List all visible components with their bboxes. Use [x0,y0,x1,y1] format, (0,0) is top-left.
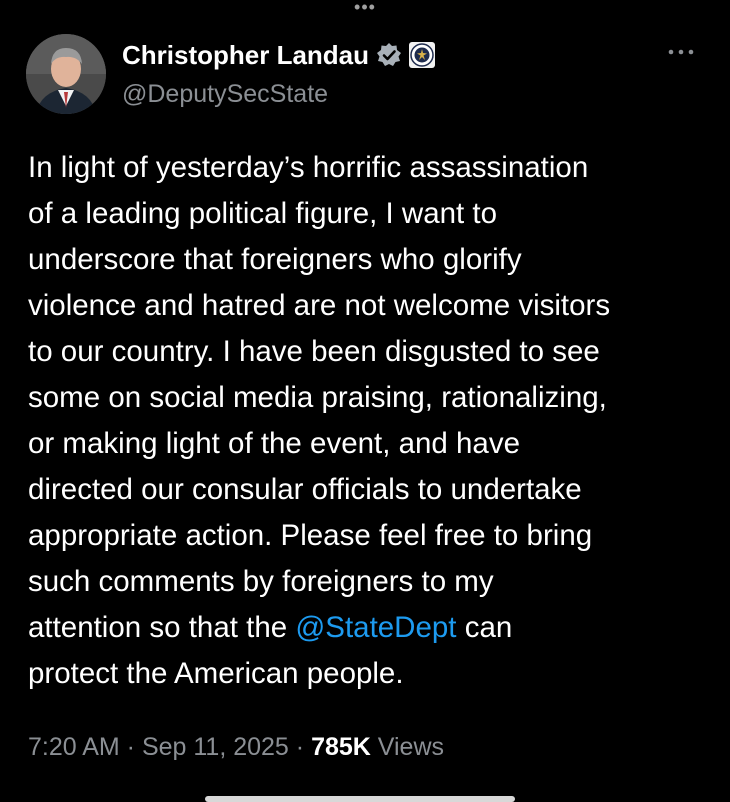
tweet-line: to our country. I have been disgusted to… [28,335,600,368]
avatar[interactable] [26,34,106,114]
home-indicator [205,796,515,802]
more-options-button[interactable] [666,42,696,62]
tweet-time[interactable]: 7:20 AM [28,733,120,761]
views-count[interactable]: 785K [311,733,371,761]
top-overflow-dots: ••• [354,0,376,17]
tweet-line: underscore that foreigners who glorify [28,243,522,276]
tweet-text-segment: can [456,611,513,644]
views-label: Views [377,733,445,761]
top-overflow-menu[interactable]: ••• [0,0,730,22]
author-name-row: Christopher Landau [122,38,436,72]
verified-badge-icon[interactable] [376,42,402,68]
avatar-image [26,34,106,114]
tweet-line: of a leading political figure, I want to [28,197,498,230]
tweet-line: violence and hatred are not welcome visi… [28,289,611,322]
tweet-line: some on social media praising, rationali… [28,381,607,414]
tweet-meta: 7:20 AM · Sep 11, 2025 · 785K Views [28,733,444,762]
tweet-text-segment: attention so that the [28,611,296,644]
more-dots-icon [668,49,694,55]
state-department-seal-icon[interactable] [408,41,436,69]
meta-separator: · [119,733,142,761]
author-name[interactable]: Christopher Landau [122,40,369,71]
mention-link-statedept[interactable]: @StateDept [295,611,456,644]
tweet-date[interactable]: Sep 11, 2025 [142,733,289,761]
tweet-line: such comments by foreigners to my [28,565,494,598]
tweet-line: directed our consular officials to under… [28,473,582,506]
tweet-line: or making light of the event, and have [28,427,520,460]
tweet-line: In light of yesterday’s horrific assassi… [28,151,589,184]
meta-separator: · [288,733,312,761]
tweet-line: appropriate action. Please feel free to … [28,519,593,552]
tweet-body: In light of yesterday’s horrific assassi… [28,145,718,697]
tweet-line: protect the American people. [28,657,404,690]
author-handle[interactable]: @DeputySecState [122,80,328,109]
tweet-line-with-mention: attention so that the @StateDept can [28,605,718,651]
